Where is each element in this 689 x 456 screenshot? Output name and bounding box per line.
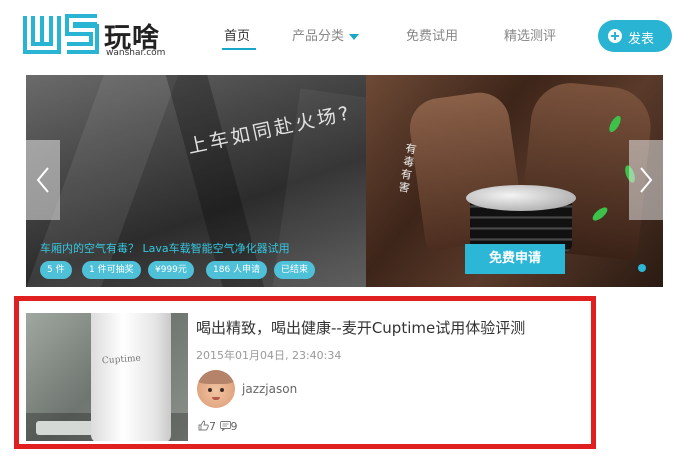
nav-product-categories-label: 产品分类	[292, 29, 345, 44]
author-avatar[interactable]	[197, 370, 235, 408]
site-logo[interactable]: 玩啥 wanshar.com	[22, 12, 172, 58]
comment-icon[interactable]	[219, 421, 231, 432]
tag-quantity: 5 件	[40, 261, 72, 279]
nav-active-underline	[222, 48, 256, 50]
carousel-indicator[interactable]	[638, 264, 646, 272]
free-apply-button[interactable]: 免费申请	[465, 244, 565, 274]
article-date: 2015年01月04日, 23:40:34	[196, 349, 342, 362]
carousel-next-button[interactable]	[629, 140, 663, 220]
carousel-prev-button[interactable]	[26, 140, 60, 220]
logo-domain: wanshar.com	[106, 48, 166, 58]
logo-ws-mark	[23, 14, 99, 54]
nav-product-categories[interactable]: 产品分类	[292, 25, 360, 44]
site-header: 玩啥 wanshar.com 首页 产品分类 免费试用 精选测评 发表	[0, 0, 689, 72]
like-count: 7	[209, 420, 216, 433]
dropdown-caret-icon	[349, 33, 360, 40]
plus-icon	[608, 29, 622, 43]
article-title[interactable]: 喝出精致，喝出健康--麦开Cuptime试用体验评测	[196, 317, 525, 338]
nav-featured-reviews[interactable]: 精选测评	[504, 25, 556, 44]
nav-home[interactable]: 首页	[224, 25, 250, 44]
thumbs-up-icon[interactable]	[198, 420, 209, 431]
tag-status: 已结束	[274, 261, 316, 279]
tag-lottery: 1 件可抽奖	[82, 261, 141, 279]
banner-caption[interactable]: 车厢内的空气有毒？ Lava车载智能空气净化器试用	[40, 240, 290, 256]
post-button-label: 发表	[628, 32, 655, 47]
promo-banner[interactable]: 上车如同赴火场? 有毒有害 车厢内的空气有毒？ Lava车载智能空气净化器试用 …	[26, 75, 663, 287]
article-stats: 7 9	[198, 420, 238, 433]
cup-image: Cuptime	[91, 313, 171, 441]
nav-free-trial[interactable]: 免费试用	[406, 25, 458, 44]
tag-price: ¥999元	[148, 261, 194, 279]
cup-brand-label: Cuptime	[101, 353, 142, 367]
chevron-right-icon	[640, 167, 653, 193]
chevron-left-icon	[36, 167, 49, 193]
article-thumbnail[interactable]: Cuptime	[26, 313, 188, 441]
author-name[interactable]: jazzjason	[242, 382, 297, 396]
comment-count: 9	[230, 420, 238, 433]
post-button[interactable]: 发表	[598, 20, 672, 52]
tag-applicants: 186 人申请	[206, 261, 268, 279]
